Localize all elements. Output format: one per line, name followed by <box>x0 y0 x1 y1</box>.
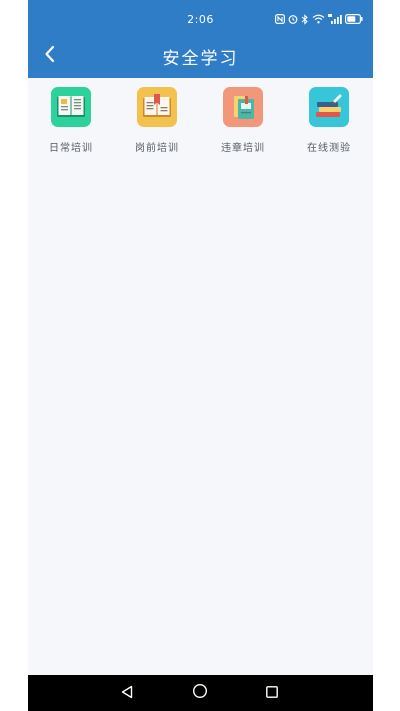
signal-4g-icon <box>328 13 342 25</box>
title-bar: 安全学习 <box>28 38 373 74</box>
nfc-icon <box>275 14 285 24</box>
tile-label: 岗前培训 <box>135 143 179 154</box>
page-title: 安全学习 <box>162 49 239 69</box>
tile-violation-training[interactable]: 违章培训 <box>208 84 278 162</box>
tile-online-quiz[interactable]: 在线测验 <box>294 84 364 162</box>
back-triangle-icon <box>120 684 134 703</box>
alarm-icon <box>288 14 298 24</box>
system-nav-bar <box>28 675 373 711</box>
nav-back-button[interactable] <box>117 683 137 703</box>
tile-daily-training[interactable]: 日常培训 <box>36 84 106 162</box>
status-icons <box>275 12 363 26</box>
battery-icon <box>345 14 363 24</box>
bookmarked-book-icon <box>137 87 177 127</box>
notebook-stack-icon <box>223 87 263 127</box>
nav-recents-button[interactable] <box>262 683 282 703</box>
nav-home-button[interactable] <box>190 683 210 703</box>
tile-label: 在线测验 <box>307 143 351 154</box>
tile-label: 违章培训 <box>221 143 265 154</box>
tile-pre-job-training[interactable]: 岗前培训 <box>122 84 192 162</box>
book-pile-icon <box>309 87 349 127</box>
open-book-icon <box>51 87 91 127</box>
recents-square-icon <box>265 684 279 703</box>
wifi-icon <box>312 14 325 24</box>
tile-label: 日常培训 <box>49 143 93 154</box>
home-circle-icon <box>192 683 208 703</box>
study-category-grid: 日常培训 岗前培训 违章培训 在线测验 <box>28 84 373 164</box>
bluetooth-icon <box>301 13 309 25</box>
status-bar: 2:06 <box>28 0 373 38</box>
app-header: 2:06 安全学习 <box>28 0 373 78</box>
app-screen: 2:06 安全学习 日常培训 岗前培训 违章培训 在线测验 <box>28 0 373 711</box>
